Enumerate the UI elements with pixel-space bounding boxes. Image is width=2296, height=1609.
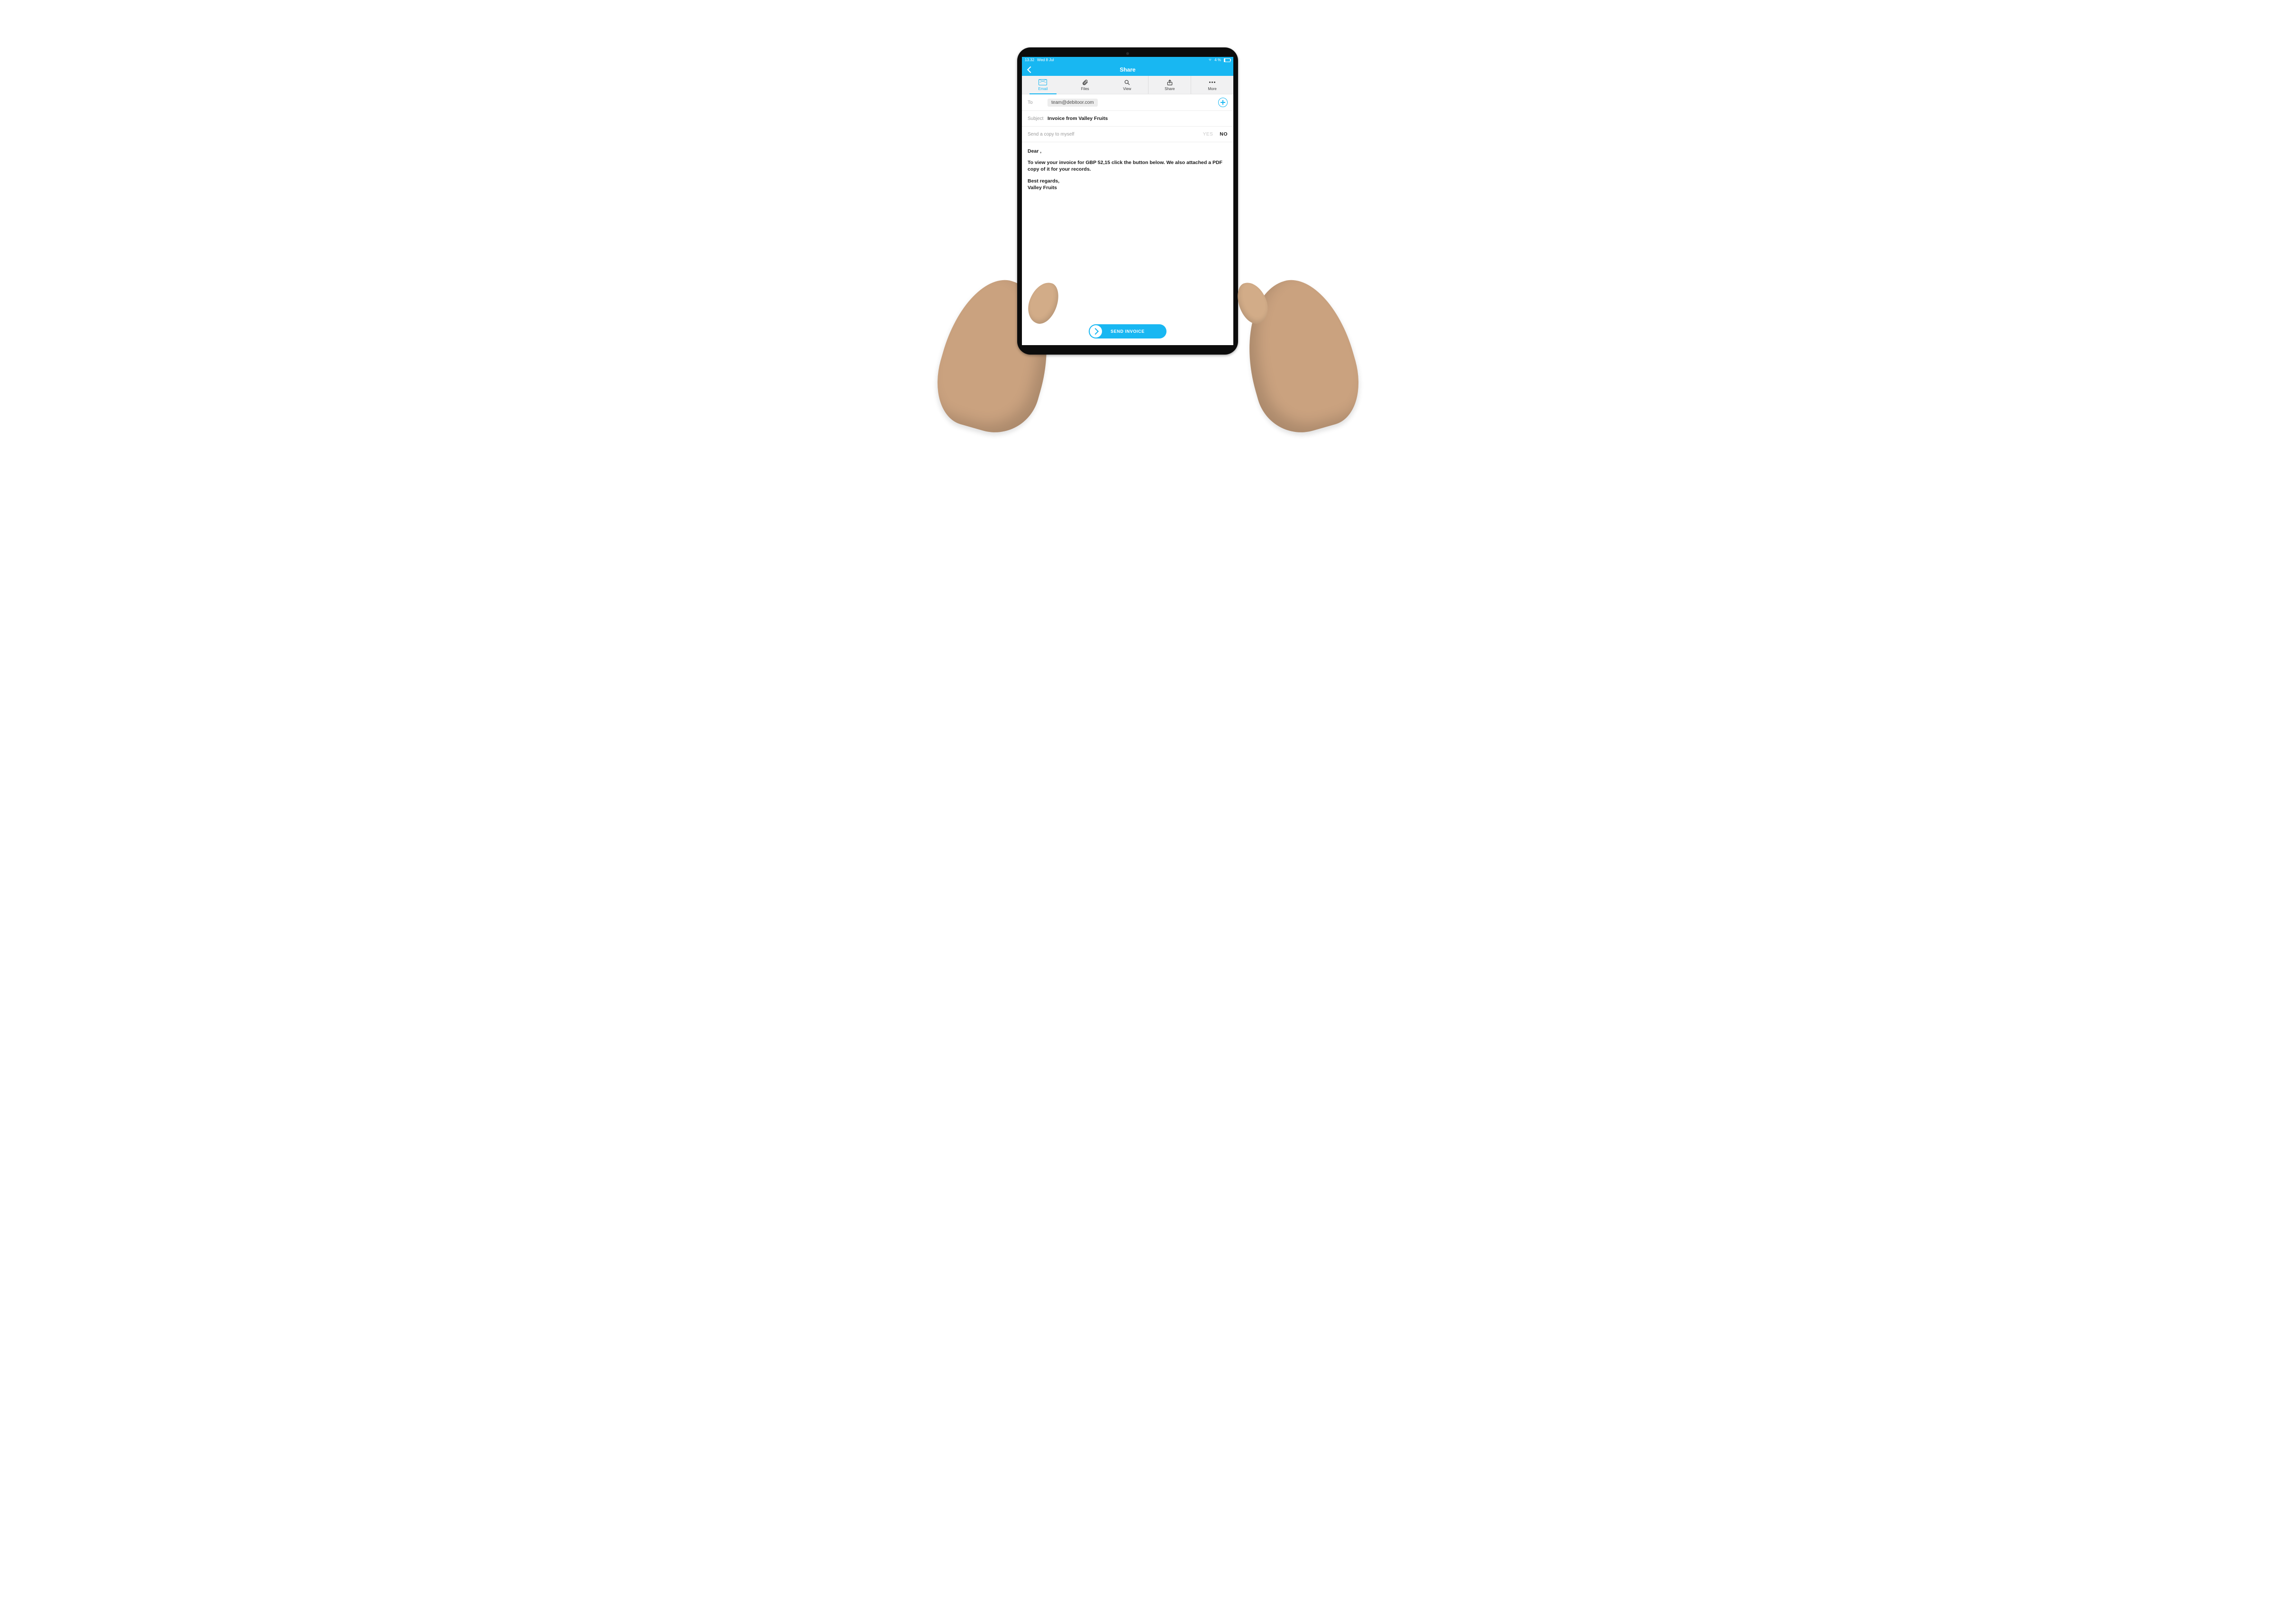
- subject-value: Invoice from Valley Fruits: [1048, 116, 1108, 121]
- back-button[interactable]: [1025, 64, 1036, 76]
- tab-share-label: Share: [1165, 87, 1175, 91]
- tab-view[interactable]: View: [1106, 76, 1148, 94]
- tab-email[interactable]: Email: [1022, 76, 1064, 94]
- tab-share[interactable]: Share: [1148, 76, 1191, 94]
- recipient-chip[interactable]: team@debitoor.com: [1048, 99, 1098, 107]
- subject-row[interactable]: Subject Invoice from Valley Fruits: [1022, 111, 1233, 127]
- more-icon: [1209, 79, 1215, 86]
- battery-icon: [1224, 58, 1230, 62]
- copy-yes-option[interactable]: YES: [1203, 132, 1213, 137]
- nav-bar: Share: [1022, 64, 1233, 76]
- copy-no-option[interactable]: NO: [1220, 131, 1228, 137]
- body-company: Valley Fruits: [1028, 184, 1228, 191]
- to-row[interactable]: To team@debitoor.com: [1022, 94, 1233, 111]
- to-label: To: [1028, 100, 1048, 105]
- tab-strip: Email Files View: [1022, 76, 1233, 94]
- chevron-left-icon: [1027, 66, 1034, 73]
- magnifier-icon: [1124, 79, 1130, 86]
- copy-to-self-label: Send a copy to myself: [1028, 132, 1203, 137]
- tab-email-label: Email: [1038, 87, 1048, 91]
- paperclip-icon: [1082, 79, 1088, 86]
- body-line: To view your invoice for GBP 52,15 click…: [1028, 159, 1228, 173]
- subject-label: Subject: [1028, 116, 1048, 121]
- send-wrap: SEND INVOICE: [1022, 324, 1233, 338]
- status-time: 13.32: [1025, 57, 1034, 64]
- status-date: Wed 8 Jul: [1037, 57, 1054, 64]
- tab-more[interactable]: More: [1191, 76, 1233, 94]
- send-arrow-icon: [1090, 325, 1102, 338]
- body-signature: Best regards, Valley Fruits: [1028, 178, 1228, 191]
- send-label: SEND INVOICE: [1111, 329, 1145, 334]
- body-greeting: Dear ,: [1028, 148, 1228, 155]
- mail-icon: [1039, 79, 1047, 86]
- status-bar: 13.32 Wed 8 Jul ᯤ 4 %: [1022, 57, 1233, 64]
- status-battery-text: 4 %: [1214, 57, 1221, 64]
- tab-view-label: View: [1123, 87, 1131, 91]
- tab-files[interactable]: Files: [1064, 76, 1106, 94]
- email-body[interactable]: Dear , To view your invoice for GBP 52,1…: [1022, 142, 1233, 197]
- stage: 13.32 Wed 8 Jul ᯤ 4 % Share: [840, 0, 1456, 431]
- status-vpn-icon: ᯤ: [1209, 57, 1212, 64]
- tab-files-label: Files: [1081, 87, 1089, 91]
- share-icon: [1166, 79, 1173, 86]
- add-recipient-button[interactable]: [1218, 98, 1228, 107]
- send-invoice-button[interactable]: SEND INVOICE: [1089, 324, 1166, 338]
- nav-title: Share: [1120, 66, 1135, 73]
- body-regards: Best regards,: [1028, 178, 1228, 184]
- copy-to-self-row: Send a copy to myself YES NO: [1022, 127, 1233, 142]
- tab-more-label: More: [1208, 87, 1216, 91]
